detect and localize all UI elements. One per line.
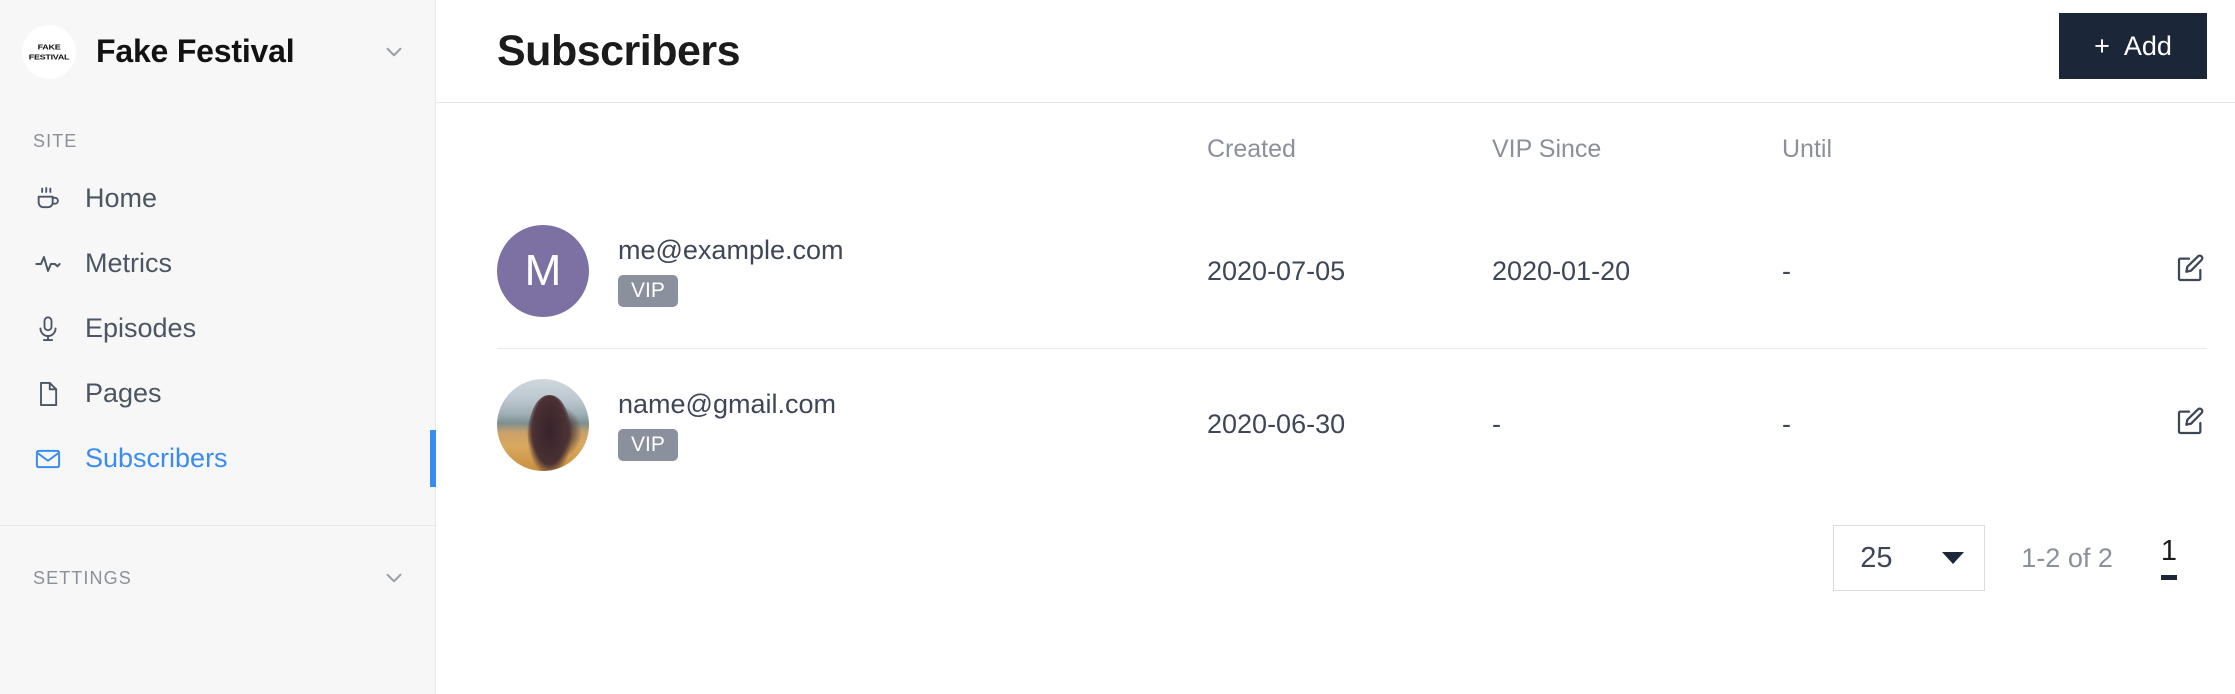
main-content: Subscribers + Add Created VIP Since Unti… [436, 0, 2235, 694]
envelope-icon [33, 444, 63, 474]
column-header-until: Until [1782, 134, 1833, 163]
site-logo-line-1: FAKE [37, 42, 61, 51]
sidebar-item-episodes[interactable]: Episodes [0, 296, 435, 361]
created-value: 2020-07-05 [1207, 255, 1346, 286]
site-logo: FAKE FESTIVAL [22, 24, 76, 79]
sidebar-item-subscribers[interactable]: Subscribers [0, 426, 436, 491]
page-number-1[interactable]: 1 [2160, 536, 2177, 580]
subscriber-email: me@example.com [618, 235, 844, 266]
user-cell: name@gmail.com VIP [497, 347, 1207, 501]
activity-icon [33, 249, 63, 279]
site-name: Fake Festival [96, 33, 295, 69]
table-header: Created VIP Since Until [497, 103, 2207, 195]
sidebar-item-label: Subscribers [85, 443, 228, 473]
subscriber-email: name@gmail.com [618, 388, 836, 419]
column-header-actions [2057, 103, 2207, 195]
chevron-down-icon[interactable] [381, 39, 407, 65]
sidebar-item-home[interactable]: Home [0, 166, 435, 231]
sidebar: FAKE FESTIVAL Fake Festival SITE Home Me… [0, 0, 436, 694]
edit-pencil-icon [2175, 405, 2207, 440]
sidebar-item-label: Home [85, 183, 158, 213]
status-badge: VIP [618, 275, 678, 308]
row-actions [2057, 195, 2207, 348]
table-row: M me@example.com VIP 2020-07-05 2020-01-… [497, 195, 2207, 348]
edit-pencil-icon [2175, 252, 2207, 287]
sidebar-section-site-label: SITE [33, 131, 78, 151]
column-header-user [497, 103, 1207, 195]
pagination: 25 1-2 of 2 1 [497, 501, 2207, 591]
page-header: Subscribers + Add [436, 0, 2235, 103]
rows-per-page-value: 25 [1860, 541, 1893, 574]
file-icon [33, 379, 63, 409]
sidebar-section-settings[interactable]: SETTINGS [0, 548, 435, 608]
add-subscriber-button[interactable]: + Add [2059, 13, 2207, 79]
brand-switcher[interactable]: FAKE FESTIVAL Fake Festival [0, 0, 435, 103]
sidebar-item-label: Pages [85, 378, 162, 408]
vip-since-value: 2020-01-20 [1492, 255, 1631, 286]
created-value: 2020-06-30 [1207, 347, 1492, 501]
until-value: - [1782, 255, 1791, 286]
edit-subscriber-button[interactable] [2175, 252, 2207, 287]
chevron-down-icon[interactable] [381, 565, 407, 591]
status-badge: VIP [618, 428, 678, 461]
row-actions [2057, 347, 2207, 501]
sidebar-item-metrics[interactable]: Metrics [0, 231, 435, 296]
avatar [497, 378, 589, 471]
microphone-icon [33, 314, 63, 344]
user-cell: M me@example.com VIP [497, 195, 1207, 348]
sidebar-section-settings-label: SETTINGS [33, 567, 132, 588]
sidebar-item-pages[interactable]: Pages [0, 361, 435, 426]
plus-icon: + [2094, 30, 2110, 61]
sidebar-item-label: Metrics [85, 248, 172, 278]
table-body: M me@example.com VIP 2020-07-05 2020-01-… [497, 195, 2207, 501]
column-header-vip-since: VIP Since [1492, 134, 1602, 163]
avatar: M [497, 225, 589, 318]
column-header-created: Created [1207, 134, 1296, 163]
subscribers-table: Created VIP Since Until M me@example.com… [497, 103, 2207, 501]
site-logo-line-2: FESTIVAL [28, 52, 70, 61]
pagination-range: 1-2 of 2 [2021, 542, 2113, 573]
until-value: - [1782, 347, 2057, 501]
chevron-down-icon [1942, 552, 1965, 564]
app-root: FAKE FESTIVAL Fake Festival SITE Home Me… [0, 0, 2235, 694]
table-header-row: Created VIP Since Until [497, 103, 2207, 195]
coffee-cup-icon [33, 184, 63, 214]
sidebar-nav: Home Metrics Episodes Pages Subscribers [0, 166, 436, 509]
vip-since-value: - [1492, 347, 1782, 501]
avatar-initial: M [524, 246, 562, 296]
sidebar-item-label: Episodes [85, 313, 197, 343]
rows-per-page-select[interactable]: 25 [1833, 525, 1986, 591]
table-row: name@gmail.com VIP 2020-06-30 - - [497, 347, 2207, 501]
edit-subscriber-button[interactable] [2175, 405, 2207, 440]
sidebar-divider [0, 525, 435, 526]
subscribers-panel: Created VIP Since Until M me@example.com… [436, 103, 2235, 694]
page-title: Subscribers [497, 26, 741, 75]
add-button-label: Add [2123, 30, 2172, 61]
